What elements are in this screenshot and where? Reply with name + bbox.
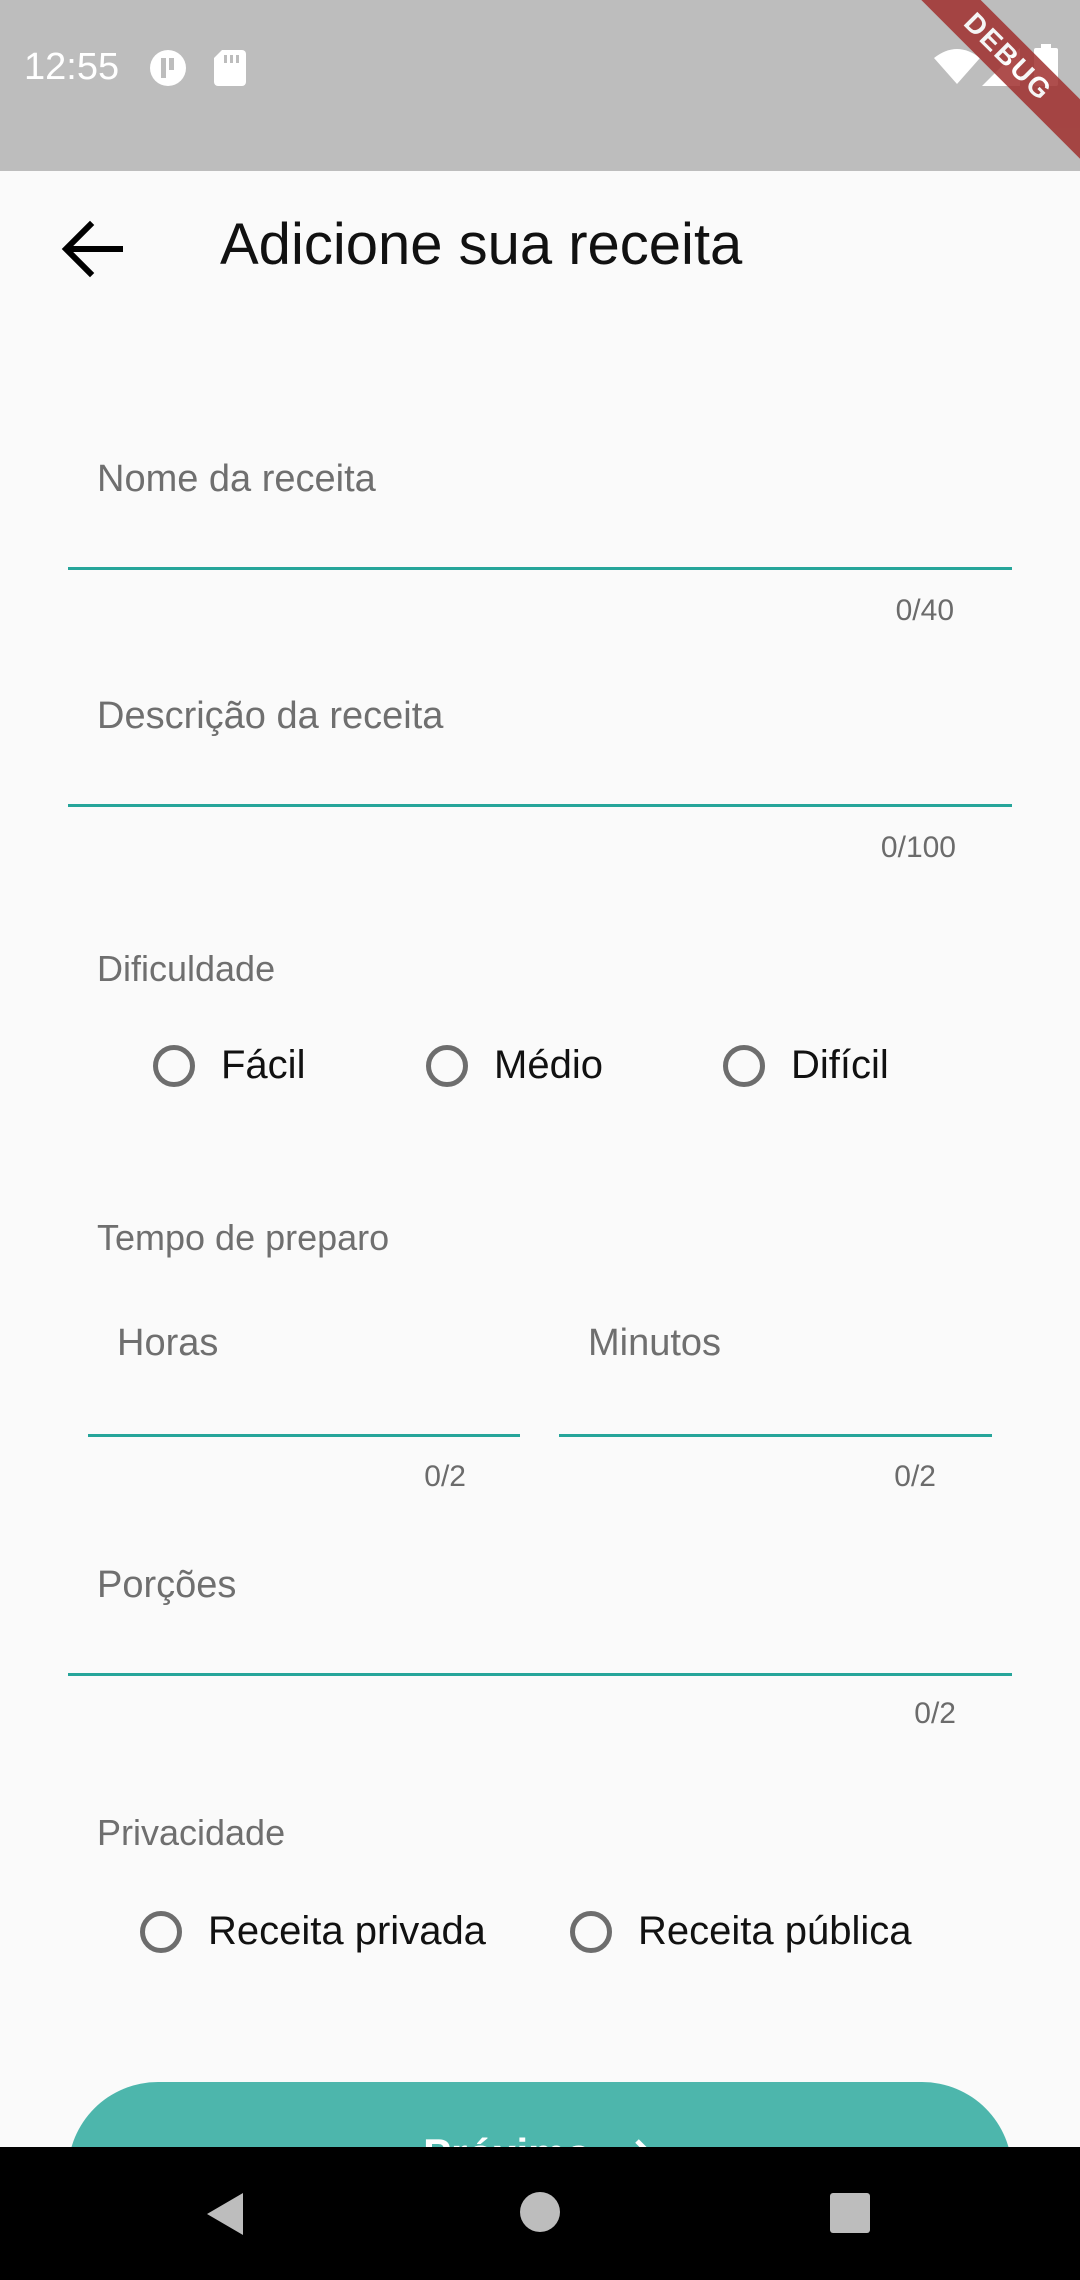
- notification-icon: [150, 50, 186, 86]
- prep-hours-field[interactable]: Horas: [88, 1310, 520, 1437]
- radio-circle-icon: [723, 1044, 765, 1087]
- servings-label: Porções: [97, 1564, 237, 1606]
- status-bar: 12:55 DEBUG: [0, 0, 1080, 171]
- privacy-public-radio[interactable]: Receita pública: [570, 1909, 912, 1954]
- status-time: 12:55: [24, 46, 120, 88]
- prep-minutes-label: Minutos: [588, 1322, 722, 1364]
- prep-minutes-field[interactable]: Minutos: [559, 1310, 992, 1437]
- privacy-private-radio[interactable]: Receita privada: [140, 1909, 486, 1954]
- recipe-description-underline: [68, 804, 1012, 807]
- recipe-name-counter: 0/40: [895, 594, 954, 627]
- recipe-name-label: Nome da receita: [97, 458, 376, 500]
- recipe-description-label: Descrição da receita: [97, 695, 444, 737]
- radio-circle-icon: [426, 1044, 468, 1087]
- sd-card-icon: [214, 50, 246, 86]
- servings-underline: [68, 1673, 1012, 1676]
- radio-circle-icon: [140, 1910, 182, 1953]
- servings-counter: 0/2: [914, 1697, 956, 1730]
- difficulty-easy-label: Fácil: [221, 1043, 306, 1087]
- wifi-icon: [934, 49, 980, 84]
- radio-circle-icon: [570, 1910, 612, 1953]
- servings-field[interactable]: Porções: [68, 1546, 1012, 1676]
- prep-time-label: Tempo de preparo: [97, 1217, 390, 1258]
- difficulty-medium-label: Médio: [494, 1043, 603, 1087]
- nav-recents-icon[interactable]: [830, 2193, 870, 2233]
- arrow-back-icon: [61, 220, 123, 278]
- recipe-name-underline: [68, 567, 1012, 570]
- difficulty-hard-radio[interactable]: Difícil: [723, 1043, 889, 1088]
- page-title: Adicione sua receita: [220, 212, 743, 277]
- recipe-name-field[interactable]: Nome da receita: [68, 440, 1012, 570]
- difficulty-medium-radio[interactable]: Médio: [426, 1043, 603, 1088]
- recipe-description-field[interactable]: Descrição da receita: [68, 677, 1012, 807]
- prep-minutes-counter: 0/2: [894, 1460, 936, 1493]
- nav-back-icon[interactable]: [205, 2191, 245, 2237]
- prep-hours-underline: [88, 1434, 520, 1437]
- radio-circle-icon: [153, 1044, 195, 1087]
- difficulty-label: Dificuldade: [97, 948, 276, 989]
- prep-hours-label: Horas: [117, 1322, 219, 1364]
- prep-hours-counter: 0/2: [424, 1460, 466, 1493]
- difficulty-hard-label: Difícil: [791, 1043, 889, 1087]
- navigation-bar: [0, 2147, 1080, 2280]
- privacy-public-label: Receita pública: [638, 1909, 912, 1953]
- app-bar: Adicione sua receita: [0, 171, 1080, 323]
- nav-home-icon[interactable]: [519, 2191, 561, 2233]
- prep-minutes-underline: [559, 1434, 992, 1437]
- privacy-label: Privacidade: [97, 1812, 286, 1853]
- privacy-private-label: Receita privada: [208, 1909, 486, 1953]
- difficulty-easy-radio[interactable]: Fácil: [153, 1043, 305, 1088]
- recipe-description-counter: 0/100: [880, 831, 956, 864]
- back-button[interactable]: [60, 217, 140, 281]
